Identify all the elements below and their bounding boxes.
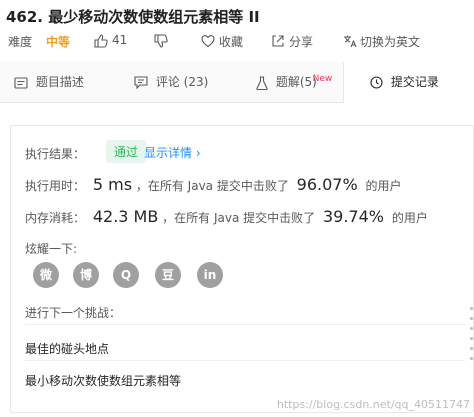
tab-bar: 题目描述 评论 (23) 题解(5) New 提交记录 <box>0 62 474 103</box>
douban-icon[interactable]: 豆 <box>155 262 181 288</box>
share-label: 分享 <box>289 35 314 49</box>
document-icon <box>14 76 28 89</box>
weibo-icon[interactable]: 博 <box>73 262 99 288</box>
wechat-icon[interactable]: 微 <box>33 262 59 288</box>
new-badge: New <box>312 74 333 84</box>
tab-label: 提交记录 <box>390 75 439 89</box>
share-icon <box>272 34 284 47</box>
memory-value: 42.3 MB <box>92 207 159 226</box>
resize-handle[interactable] <box>468 307 474 367</box>
next-challenge-label: 进行下一个挑战： <box>25 306 122 320</box>
runtime-label: 执行用时： <box>25 179 86 193</box>
runtime-value: 5 ms <box>92 175 133 194</box>
favorite-label: 收藏 <box>219 35 244 49</box>
share-prompt: 炫耀一下: <box>25 242 78 256</box>
dislike-button[interactable] <box>154 33 168 48</box>
share-button[interactable]: 分享 <box>271 33 313 49</box>
language-toggle-label: 切换为英文 <box>360 35 421 49</box>
next-challenge-item[interactable]: 最佳的碰头地点 <box>25 340 109 357</box>
result-label: 执行结果： <box>25 147 86 161</box>
like-button[interactable]: 41 <box>94 33 127 48</box>
memory-suffix: 的用户 <box>391 211 428 225</box>
runtime-row: 执行用时： 5 ms ，在所有 Java 提交中击败了 96.07% 的用户 <box>25 175 402 194</box>
comment-icon <box>134 76 148 89</box>
problem-title: 462. 最少移动次数使数组元素相等 II <box>6 8 260 26</box>
next-challenge-item[interactable]: 最小移动次数使数组元素相等 <box>25 372 181 389</box>
flask-icon <box>256 75 268 90</box>
watermark: https://blog.csdn.net/qq_40511747 <box>276 398 470 411</box>
favorite-button[interactable]: 收藏 <box>201 33 243 49</box>
divider <box>25 360 465 361</box>
memory-percentile: 39.74% <box>322 207 384 226</box>
tab-label: 题解(5) <box>275 75 317 89</box>
linkedin-icon[interactable]: in <box>197 262 223 288</box>
submission-result-panel: 执行结果： 通过 显示详情 › 执行用时： 5 ms ，在所有 Java 提交中… <box>10 125 474 413</box>
difficulty-label: 难度 <box>8 35 33 49</box>
tab-description[interactable]: 题目描述 <box>14 62 84 102</box>
translate-icon <box>344 35 357 47</box>
tab-label: 题目描述 <box>35 75 84 89</box>
thumbs-up-icon <box>94 33 108 48</box>
runtime-text: ，在所有 Java 提交中击败了 <box>135 179 289 193</box>
memory-row: 内存消耗： 42.3 MB ，在所有 Java 提交中击败了 39.74% 的用… <box>25 207 428 226</box>
thumbs-down-icon <box>154 33 168 48</box>
runtime-suffix: 的用户 <box>365 179 402 193</box>
like-count: 41 <box>112 33 128 47</box>
problem-meta-bar: 难度 中等 41 收藏 分享 切换为英文 <box>0 33 474 53</box>
tab-comments[interactable]: 评论 (23) <box>134 62 208 102</box>
runtime-percentile: 96.07% <box>296 175 358 194</box>
language-toggle[interactable]: 切换为英文 <box>343 33 420 49</box>
clock-icon <box>370 76 383 89</box>
difficulty-value: 中等 <box>46 35 71 49</box>
status-badge: 通过 <box>106 140 147 163</box>
tab-label: 评论 (23) <box>155 75 209 89</box>
tab-submissions[interactable]: 提交记录 <box>343 62 474 103</box>
qq-icon[interactable]: Q <box>113 262 139 288</box>
divider <box>25 324 465 325</box>
memory-text: ，在所有 Java 提交中击败了 <box>162 211 316 225</box>
tab-solutions[interactable]: 题解(5) New <box>256 62 332 102</box>
problem-header: 462. 最少移动次数使数组元素相等 II <box>0 0 474 30</box>
heart-icon <box>201 34 215 47</box>
show-details-link[interactable]: 显示详情 › <box>144 144 201 161</box>
memory-label: 内存消耗： <box>25 211 86 225</box>
